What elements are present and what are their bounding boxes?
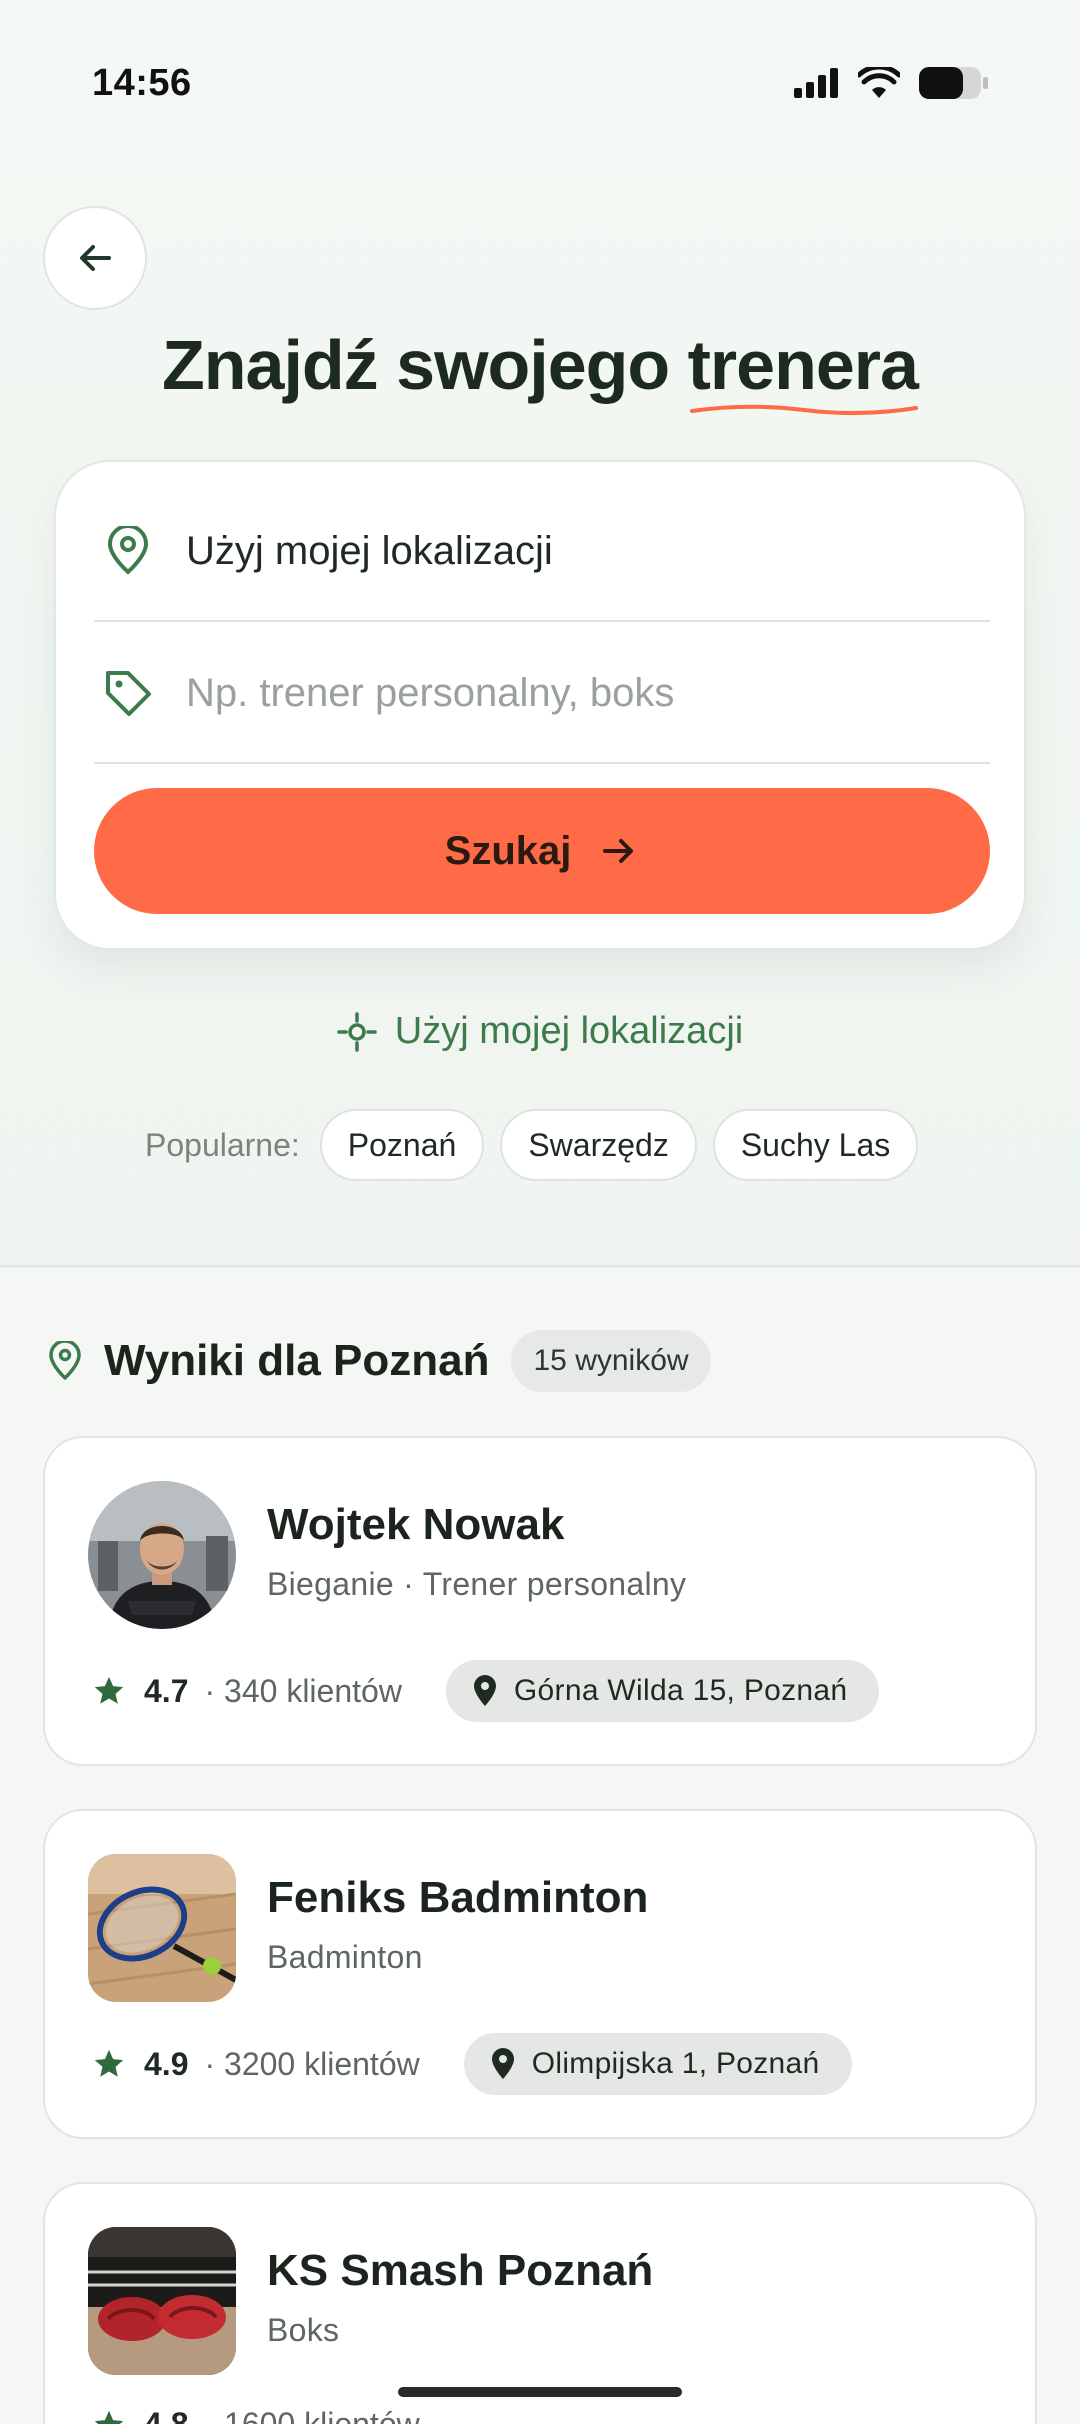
back-button[interactable]	[43, 206, 147, 310]
title-accent-wrap: trenera	[687, 325, 919, 416]
status-icons	[794, 66, 990, 100]
location-field[interactable]: Użyj mojej lokalizacji	[94, 482, 990, 622]
avatar	[88, 2227, 236, 2375]
result-card[interactable]: Wojtek Nowak Bieganie · Trener personaln…	[43, 1436, 1037, 1766]
result-address-pill[interactable]: Górna Wilda 15, Poznań	[445, 1660, 880, 1722]
result-subtitle: Badminton	[267, 1939, 423, 1975]
result-subtitle: Boks	[267, 2312, 340, 2348]
map-pin-icon	[473, 1675, 496, 1706]
home-indicator[interactable]	[398, 2387, 682, 2397]
underline-decoration	[689, 404, 918, 416]
page-title: Znajdź swojego trenera	[0, 325, 1080, 416]
location-pin-icon	[100, 523, 156, 579]
result-clients: · 3200 klientów	[204, 2045, 420, 2082]
chip-swarzedz[interactable]: Swarzędz	[500, 1109, 697, 1181]
location-value: Użyj mojej lokalizacji	[186, 528, 553, 573]
result-name: Feniks Badminton	[267, 1873, 649, 1922]
search-button-label: Szukaj	[444, 828, 572, 873]
result-clients: · 340 klientów	[204, 1672, 402, 1709]
result-meta: 4.7 · 340 klientów Górna Wilda 15, Pozna…	[92, 1660, 880, 1722]
status-time: 14:56	[92, 62, 192, 104]
results-title: Wyniki dla Poznań	[104, 1336, 490, 1385]
battery-icon	[919, 67, 988, 99]
title-accent: trenera	[687, 326, 919, 404]
section-divider	[0, 1265, 1080, 1267]
result-rating: 4.7	[144, 1672, 189, 1709]
chip-poznan[interactable]: Poznań	[319, 1109, 485, 1181]
map-pin-icon	[491, 2048, 514, 2079]
result-address-pill[interactable]: Olimpijska 1, Poznań	[463, 2033, 852, 2095]
search-button[interactable]: Szukaj	[94, 788, 990, 914]
signal-icon	[794, 68, 838, 98]
result-card[interactable]: Feniks Badminton Badminton 4.9 · 3200 kl…	[43, 1809, 1037, 2139]
query-input[interactable]: Np. trener personalny, boks	[186, 671, 674, 716]
avatar	[88, 1481, 236, 1629]
arrow-left-icon	[80, 245, 111, 271]
result-name: Wojtek Nowak	[267, 1500, 565, 1549]
popular-label: Popularne:	[145, 1126, 300, 1163]
results-header: Wyniki dla Poznań 15 wyników	[48, 1330, 711, 1392]
wifi-icon	[858, 67, 900, 98]
result-name: KS Smash Poznań	[267, 2246, 654, 2295]
results-section: Wyniki dla Poznań 15 wyników Wojtek Nowa…	[0, 1268, 1080, 2424]
crosshair-icon	[337, 1011, 377, 1052]
results-count-badge: 15 wyników	[511, 1330, 711, 1392]
arrow-right-icon	[603, 839, 634, 863]
tag-icon	[100, 665, 156, 721]
use-location-link[interactable]: Użyj mojej lokalizacji	[0, 1010, 1080, 1053]
popular-locations: Popularne: Poznań Swarzędz Suchy Las	[145, 1108, 919, 1182]
title-main: Znajdź swojego	[162, 326, 688, 404]
result-address: Olimpijska 1, Poznań	[531, 2047, 820, 2080]
star-icon	[94, 2410, 124, 2424]
chip-suchy-las[interactable]: Suchy Las	[712, 1109, 919, 1181]
result-rating: 4.8	[144, 2406, 189, 2424]
result-meta: 4.9 · 3200 klientów Olimpijska 1, Poznań	[92, 2033, 852, 2095]
result-address: Górna Wilda 15, Poznań	[513, 1674, 848, 1707]
result-clients: · 1600 klientów	[204, 2406, 420, 2424]
location-pin-icon	[49, 1341, 81, 1380]
status-bar: 14:56	[0, 0, 1080, 170]
use-location-label: Użyj mojej lokalizacji	[394, 1010, 744, 1052]
result-subtitle: Bieganie · Trener personalny	[267, 1566, 687, 1602]
search-card: Użyj mojej lokalizacji Np. trener person…	[54, 460, 1026, 950]
star-icon	[94, 1676, 124, 1704]
result-rating: 4.9	[144, 2045, 189, 2082]
avatar	[88, 1854, 236, 2002]
star-icon	[94, 2049, 124, 2077]
query-field[interactable]: Np. trener personalny, boks	[94, 624, 990, 764]
result-meta: 4.8 · 1600 klientów	[92, 2406, 420, 2424]
